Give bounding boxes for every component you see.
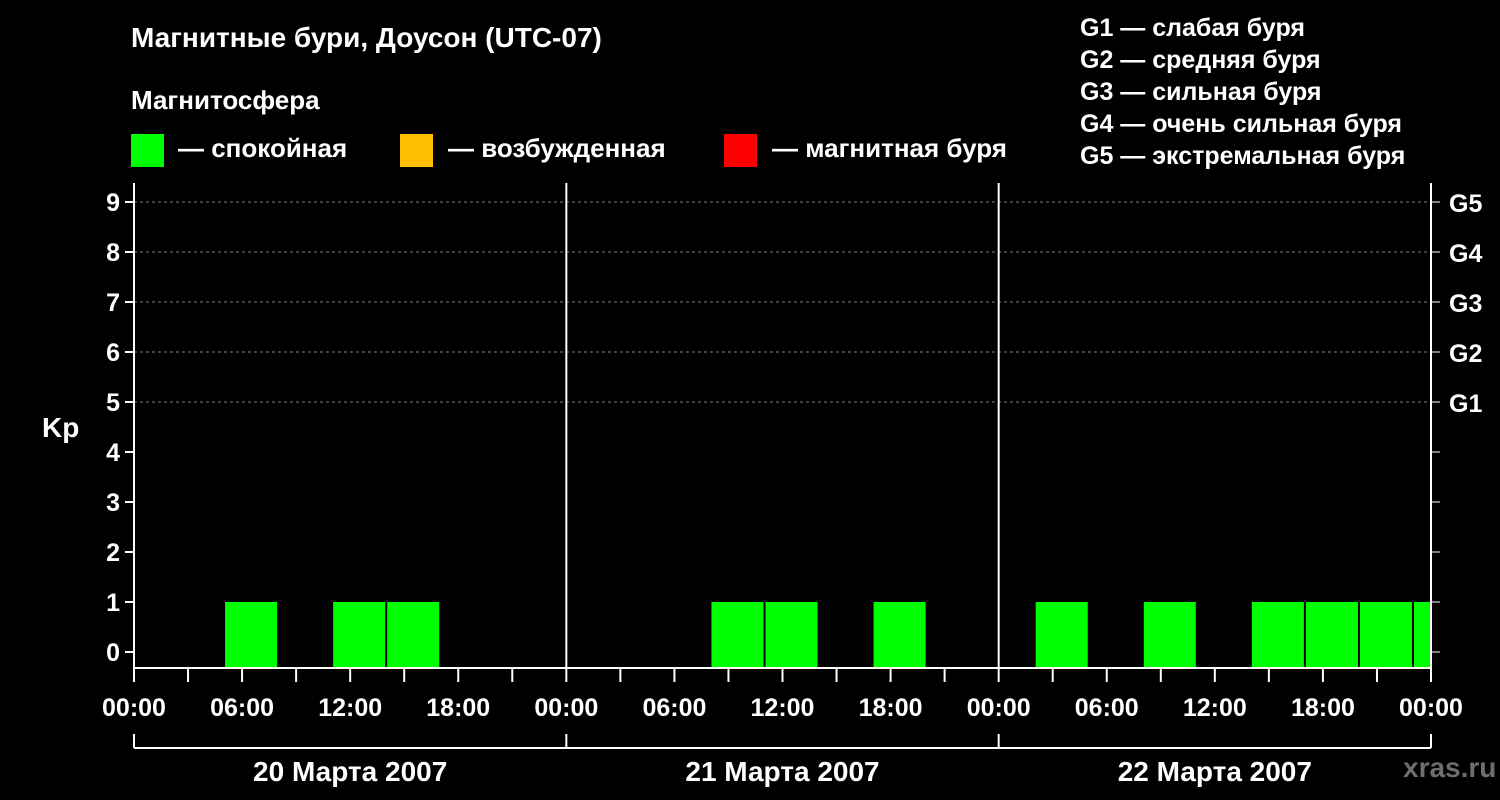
kp-bar [387,602,440,668]
kp-chart: 0 1 2 3 4 5 6 7 8 9 G1 G2 G3 G4 G5 00:00 06:00 12:00 18:00… [102,183,1482,787]
g-tick-label: G4 [1449,240,1482,268]
x-tick-label: 00:00 [1399,694,1463,722]
x-tick-label: 06:00 [1075,694,1139,722]
y-tick-label: 0 [106,639,120,667]
x-tick-label: 12:00 [1183,694,1247,722]
kp-bar [1359,602,1412,668]
kp-bar [225,602,278,668]
y-tick-label: 4 [106,439,120,467]
y-tick-label: 2 [106,539,120,567]
day-label: 21 Марта 2007 [685,756,879,787]
kp-bar [1035,602,1088,668]
y-tick-label: 7 [106,289,120,317]
x-tick-label: 12:00 [318,694,382,722]
g-tick-label: G2 [1449,340,1482,368]
day-label: 22 Марта 2007 [1118,756,1312,787]
x-tick-label: 18:00 [426,694,490,722]
kp-bar [1251,602,1304,668]
g-tick-label: G5 [1449,190,1482,218]
kp-bar [1413,602,1430,668]
kp-bar [711,602,764,668]
x-tick-label: 00:00 [102,694,166,722]
kp-bar [1143,602,1196,668]
day-label: 20 Марта 2007 [253,756,447,787]
x-tick-label: 12:00 [751,694,815,722]
y-tick-label: 1 [106,589,120,617]
x-tick-label: 06:00 [210,694,274,722]
kp-bar [765,602,818,668]
kp-bar [333,602,386,668]
x-tick-label: 06:00 [642,694,706,722]
y-tick-label: 5 [106,389,120,417]
g-tick-label: G3 [1449,290,1482,318]
x-tick-label: 00:00 [967,694,1031,722]
y-tick-label: 8 [106,239,120,267]
y-tick-label: 9 [106,189,120,217]
g-tick-label: G1 [1449,390,1482,418]
x-tick-label: 18:00 [1291,694,1355,722]
kp-bar [873,602,926,668]
y-tick-label: 6 [106,339,120,367]
kp-bar [1305,602,1358,668]
x-tick-label: 18:00 [859,694,923,722]
x-tick-label: 00:00 [534,694,598,722]
y-tick-label: 3 [106,489,120,517]
